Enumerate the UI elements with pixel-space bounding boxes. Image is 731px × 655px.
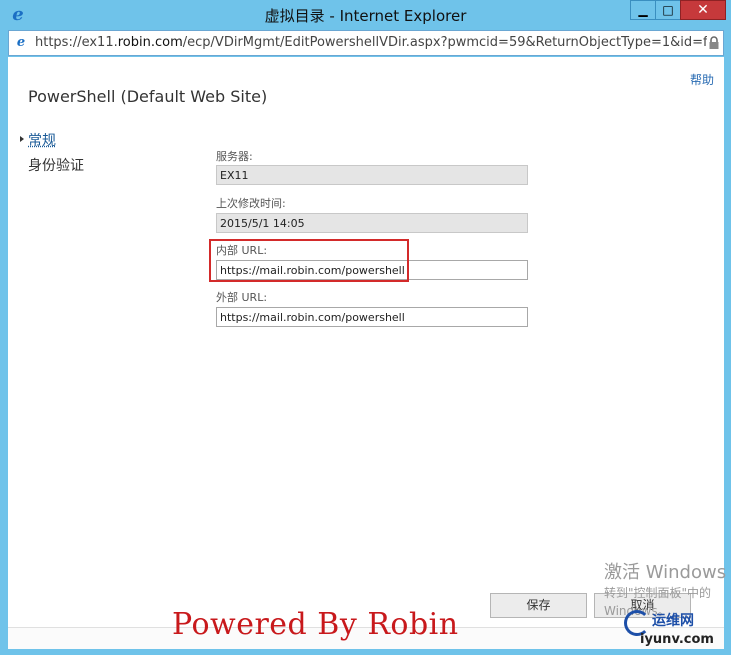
- server-field: EX11: [216, 165, 528, 185]
- nav-selected-arrow-icon: [20, 136, 24, 142]
- server-label: 服务器:: [216, 150, 253, 163]
- url-prefix: https://ex11.: [35, 35, 118, 50]
- last-modified-field: 2015/5/1 14:05: [216, 213, 528, 233]
- activation-title: 激活 Windows: [604, 562, 727, 583]
- powered-by-watermark: Powered By Robin: [172, 607, 459, 642]
- last-modified-label: 上次修改时间:: [216, 197, 286, 210]
- maximize-button[interactable]: □: [655, 0, 681, 20]
- activation-line-2: 转到"控制面板"中的: [604, 586, 712, 600]
- page-title: PowerShell (Default Web Site): [28, 87, 268, 106]
- external-url-label: 外部 URL:: [216, 291, 268, 304]
- close-button[interactable]: ✕: [680, 0, 726, 20]
- window-title: 虚拟目录 - Internet Explorer: [264, 7, 467, 25]
- minimize-button[interactable]: ▁: [630, 0, 656, 20]
- dialog-content: 帮助 PowerShell (Default Web Site) 常规 身份验证…: [8, 57, 727, 649]
- lock-icon[interactable]: [708, 36, 720, 50]
- save-button[interactable]: 保存: [490, 593, 587, 618]
- url-domain: robin.com: [117, 35, 183, 50]
- nav-item-authentication[interactable]: 身份验证: [28, 155, 84, 175]
- nav-item-general[interactable]: 常规: [28, 130, 56, 150]
- site-logo: 运维网 iyunv.com: [624, 610, 728, 652]
- address-bar[interactable]: e https://ex11.robin.com/ecp/VDirMgmt/Ed…: [8, 30, 724, 56]
- internal-url-highlight: [209, 239, 409, 282]
- external-url-field[interactable]: https://mail.robin.com/powershell: [216, 307, 528, 327]
- title-bar: e 虚拟目录 - Internet Explorer ▁ □ ✕: [0, 0, 731, 30]
- site-logo-url: iyunv.com: [640, 632, 714, 647]
- site-logo-name: 运维网: [652, 613, 694, 629]
- url-rest: /ecp/VDirMgmt/EditPowershellVDir.aspx?pw…: [182, 35, 707, 50]
- address-url[interactable]: https://ex11.robin.com/ecp/VDirMgmt/Edit…: [35, 35, 707, 50]
- page-favicon-icon: e: [16, 35, 26, 50]
- help-link[interactable]: 帮助: [690, 71, 714, 88]
